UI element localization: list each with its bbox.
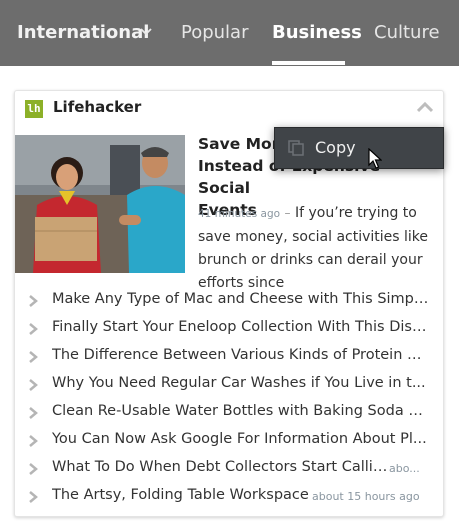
context-menu: Copy bbox=[274, 127, 444, 169]
list-item[interactable]: The Difference Between Various Kinds of … bbox=[15, 343, 443, 371]
featured-snippet: 41 minutes ago – If you’re trying to sav… bbox=[198, 205, 429, 291]
list-item-title[interactable]: Make Any Type of Mac and Cheese with Thi… bbox=[52, 291, 430, 307]
list-item-title[interactable]: The Difference Between Various Kinds of … bbox=[52, 347, 430, 363]
source-name[interactable]: Lifehacker bbox=[53, 98, 141, 116]
copy-icon bbox=[288, 140, 304, 156]
list-item[interactable]: Clean Re-Usable Water Bottles with Bakin… bbox=[15, 399, 443, 427]
chevron-right-icon bbox=[29, 323, 38, 335]
list-item[interactable]: What To Do When Debt Collectors Start Ca… bbox=[15, 455, 443, 483]
list-item-title[interactable]: Finally Start Your Eneloop Collection Wi… bbox=[52, 319, 430, 335]
tab-business[interactable]: Business bbox=[272, 20, 362, 46]
list-item[interactable]: Finally Start Your Eneloop Collection Wi… bbox=[15, 315, 443, 343]
chevron-right-icon bbox=[29, 379, 38, 391]
active-tab-indicator bbox=[272, 61, 345, 65]
chevron-right-icon bbox=[29, 295, 38, 307]
list-item[interactable]: You Can Now Ask Google For Information A… bbox=[15, 427, 443, 455]
mouse-cursor-icon bbox=[368, 148, 382, 169]
list-item[interactable]: The Artsy, Folding Table Workspace about… bbox=[15, 483, 443, 511]
list-item-title[interactable]: Clean Re-Usable Water Bottles with Bakin… bbox=[52, 403, 430, 419]
list-item-age: about 15 hours ago bbox=[312, 490, 420, 503]
context-menu-copy[interactable]: Copy bbox=[315, 138, 356, 157]
list-item-age: abo... bbox=[389, 462, 420, 475]
chevron-right-icon bbox=[29, 463, 38, 475]
list-item-title[interactable]: You Can Now Ask Google For Information A… bbox=[52, 431, 427, 447]
tab-popular[interactable]: Popular bbox=[181, 20, 249, 46]
featured-story-thumbnail[interactable] bbox=[15, 135, 185, 273]
list-item-title[interactable]: What To Do When Debt Collectors Start Ca… bbox=[52, 459, 390, 475]
list-item[interactable]: Make Any Type of Mac and Cheese with Thi… bbox=[15, 287, 443, 315]
headline-list: Make Any Type of Mac and Cheese with Thi… bbox=[15, 287, 443, 511]
featured-timestamp: 41 minutes ago bbox=[198, 208, 281, 220]
chevron-right-icon bbox=[29, 351, 38, 363]
top-navigation-bar: International Popular Business Culture bbox=[0, 0, 459, 66]
list-item-title[interactable]: Why You Need Regular Car Washes if You L… bbox=[52, 375, 426, 391]
card-header: lh Lifehacker bbox=[15, 91, 443, 127]
chevron-up-icon[interactable] bbox=[417, 101, 433, 113]
lifehacker-logo-icon: lh bbox=[25, 100, 43, 118]
tab-culture[interactable]: Culture bbox=[374, 20, 440, 46]
list-item-title[interactable]: The Artsy, Folding Table Workspace bbox=[52, 487, 309, 503]
edition-selector[interactable]: International bbox=[17, 20, 149, 46]
list-item[interactable]: Why You Need Regular Car Washes if You L… bbox=[15, 371, 443, 399]
chevron-right-icon bbox=[29, 491, 38, 503]
chevron-right-icon bbox=[29, 435, 38, 447]
chevron-down-icon[interactable] bbox=[139, 25, 153, 39]
chevron-right-icon bbox=[29, 407, 38, 419]
